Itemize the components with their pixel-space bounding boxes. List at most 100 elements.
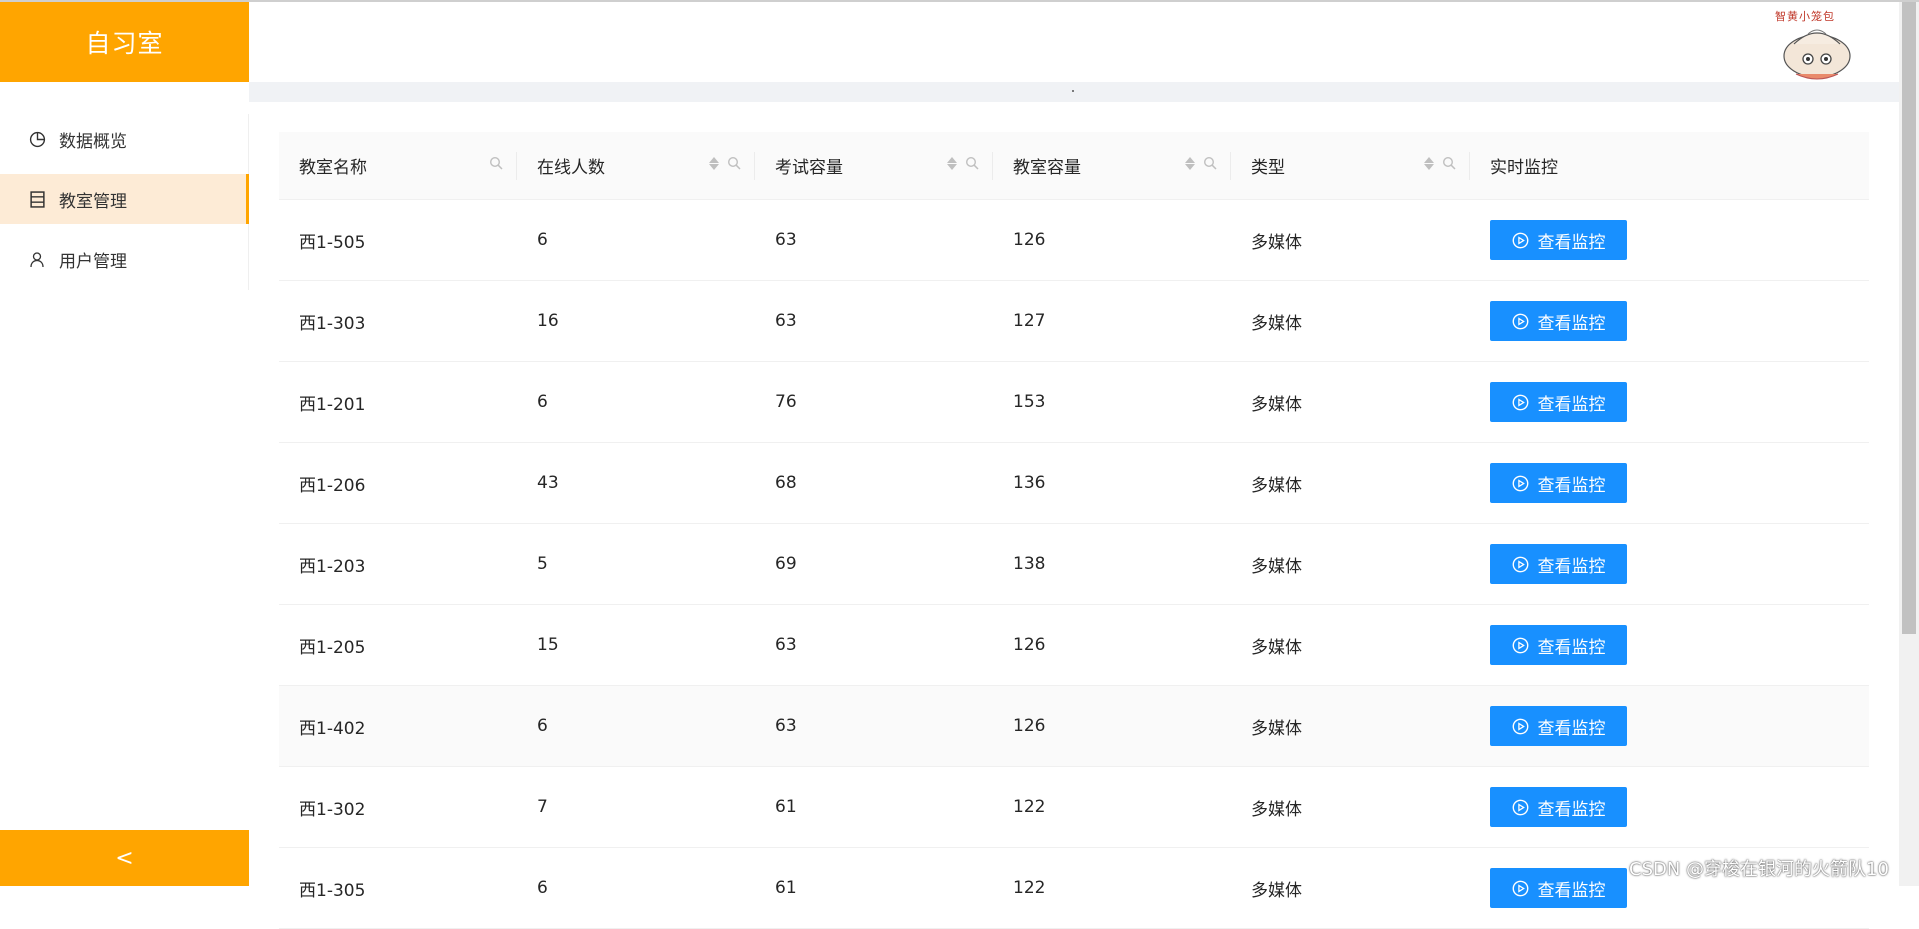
search-icon[interactable] <box>965 156 979 170</box>
vertical-scrollbar[interactable] <box>1899 2 1919 886</box>
table-body: 西1-505 6 63 126 多媒体 查看监控 西1-303 16 63 127 多媒体 查看监控西… <box>279 200 1869 929</box>
button-label: 查看监控 <box>1537 718 1606 738</box>
online-count-cell: 16 <box>537 311 559 331</box>
type-cell: 多媒体 <box>1251 637 1302 658</box>
view-monitor-button[interactable]: 查看监控 <box>1490 868 1627 908</box>
room-capacity-cell: 127 <box>1013 311 1046 331</box>
view-monitor-button[interactable]: 查看监控 <box>1490 787 1627 827</box>
play-circle-icon <box>1512 637 1528 653</box>
play-circle-icon <box>1512 313 1528 329</box>
online-count-cell: 5 <box>537 554 548 574</box>
avatar[interactable]: 智黄小笼包 <box>1768 4 1866 84</box>
online-count-cell: 6 <box>537 392 548 412</box>
column-title: 在线人数 <box>537 158 605 178</box>
column-header-classroom-name: 教室名称 <box>279 132 517 199</box>
bun-mascot-icon <box>1783 29 1851 80</box>
online-count-cell: 7 <box>537 797 548 817</box>
type-cell: 多媒体 <box>1251 799 1302 820</box>
exam-capacity-cell: 69 <box>775 554 797 574</box>
classroom-name-cell: 西1-305 <box>299 880 366 901</box>
live-monitor-cell: 查看监控 <box>1470 706 1869 746</box>
app-logo: 自习室 <box>0 2 249 82</box>
type-cell: 多媒体 <box>1251 232 1302 253</box>
play-circle-icon <box>1512 556 1528 572</box>
type-cell: 多媒体 <box>1251 880 1302 901</box>
scrollbar-thumb[interactable] <box>1902 2 1916 634</box>
user-icon <box>28 250 46 268</box>
type-cell: 多媒体 <box>1251 556 1302 577</box>
column-title: 类型 <box>1251 158 1285 178</box>
list-icon <box>28 190 46 208</box>
table-row: 西1-402 6 63 126 多媒体 查看监控 <box>279 686 1869 767</box>
room-capacity-cell: 136 <box>1013 473 1046 493</box>
live-monitor-cell: 查看监控 <box>1470 382 1869 422</box>
sidebar-item-classroom-management[interactable]: 教室管理 <box>0 174 249 224</box>
column-title: 教室名称 <box>299 158 367 178</box>
table-header: 教室名称 在线人数 考试容量 教室容量 类型 实时监控 <box>279 132 1869 200</box>
table-row: 西1-303 16 63 127 多媒体 查看监控 <box>279 281 1869 362</box>
column-title: 考试容量 <box>775 158 843 178</box>
column-header-type: 类型 <box>1231 132 1470 199</box>
search-icon[interactable] <box>489 156 503 170</box>
live-monitor-cell: 查看监控 <box>1470 787 1869 827</box>
table-row: 西1-206 43 68 136 多媒体 查看监控 <box>279 443 1869 524</box>
button-label: 查看监控 <box>1537 232 1606 252</box>
column-header-online-count: 在线人数 <box>517 132 755 199</box>
live-monitor-cell: 查看监控 <box>1470 463 1869 503</box>
room-capacity-cell: 126 <box>1013 716 1046 736</box>
live-monitor-cell: 查看监控 <box>1470 625 1869 665</box>
classroom-table: 教室名称 在线人数 考试容量 教室容量 类型 实时监控 西1-505 6 63 … <box>279 132 1869 929</box>
sort-icon[interactable] <box>1424 156 1434 170</box>
content-top-strip <box>249 82 1899 102</box>
view-monitor-button[interactable]: 查看监控 <box>1490 301 1627 341</box>
play-circle-icon <box>1512 394 1528 410</box>
view-monitor-button[interactable]: 查看监控 <box>1490 220 1627 260</box>
sidebar-item-label: 用户管理 <box>59 251 127 272</box>
sort-icon[interactable] <box>1185 156 1195 170</box>
button-label: 查看监控 <box>1537 475 1606 495</box>
sidebar-collapse-button[interactable]: < <box>0 830 249 886</box>
sort-icon[interactable] <box>947 156 957 170</box>
button-label: 查看监控 <box>1537 637 1606 657</box>
exam-capacity-cell: 68 <box>775 473 797 493</box>
button-label: 查看监控 <box>1537 799 1606 819</box>
online-count-cell: 6 <box>537 230 548 250</box>
exam-capacity-cell: 63 <box>775 311 797 331</box>
exam-capacity-cell: 61 <box>775 797 797 817</box>
view-monitor-button[interactable]: 查看监控 <box>1490 625 1627 665</box>
classroom-name-cell: 西1-303 <box>299 313 366 334</box>
live-monitor-cell: 查看监控 <box>1470 301 1869 341</box>
classroom-name-cell: 西1-505 <box>299 232 366 253</box>
view-monitor-button[interactable]: 查看监控 <box>1490 544 1627 584</box>
type-cell: 多媒体 <box>1251 475 1302 496</box>
play-circle-icon <box>1512 718 1528 734</box>
search-icon[interactable] <box>1203 156 1217 170</box>
exam-capacity-cell: 63 <box>775 716 797 736</box>
online-count-cell: 6 <box>537 878 548 898</box>
button-label: 查看监控 <box>1537 556 1606 576</box>
column-header-exam-capacity: 考试容量 <box>755 132 993 199</box>
sidebar-item-data-overview[interactable]: 数据概览 <box>0 114 248 164</box>
room-capacity-cell: 126 <box>1013 635 1046 655</box>
room-capacity-cell: 122 <box>1013 797 1046 817</box>
top-header <box>249 2 1899 82</box>
live-monitor-cell: 查看监控 <box>1470 544 1869 584</box>
view-monitor-button[interactable]: 查看监控 <box>1490 463 1627 503</box>
column-title: 教室容量 <box>1013 158 1081 178</box>
button-label: 查看监控 <box>1537 880 1606 900</box>
exam-capacity-cell: 63 <box>775 230 797 250</box>
sort-icon[interactable] <box>709 156 719 170</box>
online-count-cell: 43 <box>537 473 559 493</box>
sidebar-item-user-management[interactable]: 用户管理 <box>0 234 248 284</box>
search-icon[interactable] <box>727 156 741 170</box>
type-cell: 多媒体 <box>1251 394 1302 415</box>
sidebar-menu: 数据概览 教室管理 用户管理 <box>0 114 249 290</box>
view-monitor-button[interactable]: 查看监控 <box>1490 382 1627 422</box>
sidebar: 自习室 数据概览 教室管理 用户管理 < <box>0 2 249 886</box>
live-monitor-cell: 查看监控 <box>1470 220 1869 260</box>
search-icon[interactable] <box>1442 156 1456 170</box>
play-circle-icon <box>1512 799 1528 815</box>
room-capacity-cell: 138 <box>1013 554 1046 574</box>
pie-chart-icon <box>28 130 46 148</box>
view-monitor-button[interactable]: 查看监控 <box>1490 706 1627 746</box>
